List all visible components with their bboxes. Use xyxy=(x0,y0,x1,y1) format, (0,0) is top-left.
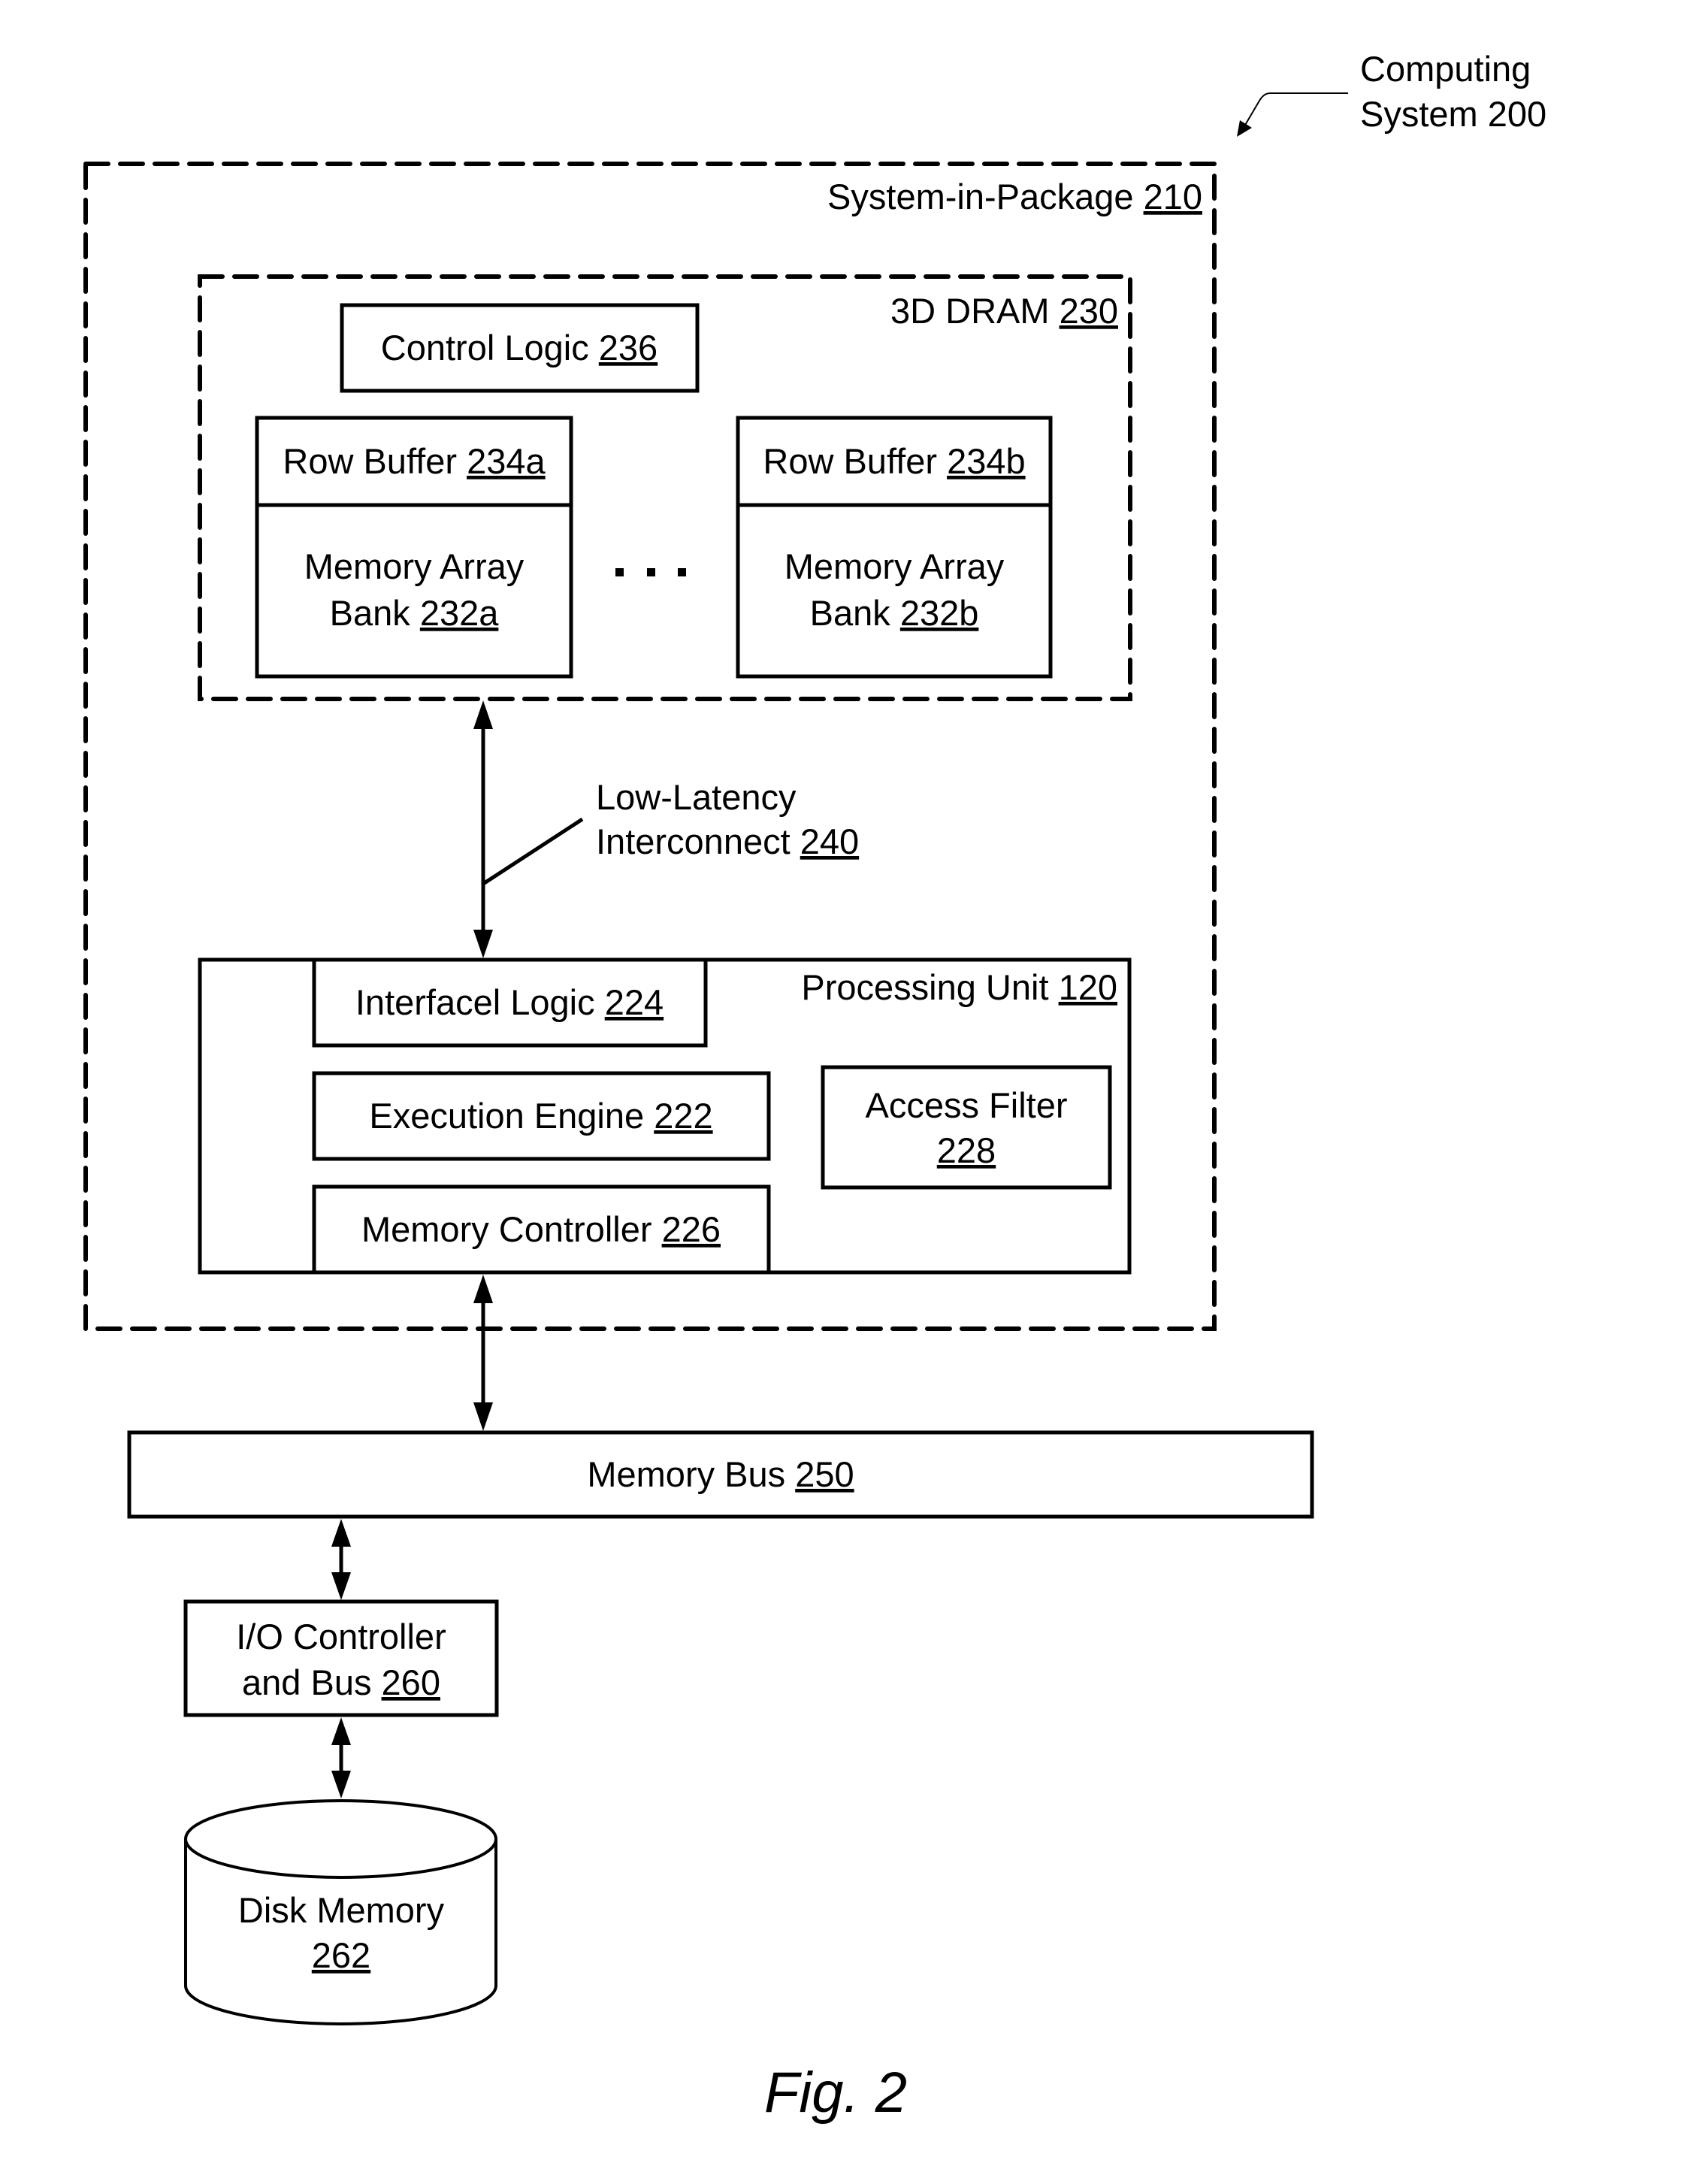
access-filter-ref: 228 xyxy=(937,1130,996,1170)
arrowhead-up-icon xyxy=(331,1717,351,1745)
arrowhead-down-icon xyxy=(473,1402,493,1431)
disk-cylinder-top xyxy=(184,1799,497,1879)
row-buffer-b-label: Row Buffer 234b xyxy=(763,441,1025,481)
memory-controller-label: Memory Controller 226 xyxy=(361,1209,721,1249)
access-filter-block: Access Filter 228 xyxy=(821,1065,1112,1190)
arrowhead-down-icon xyxy=(331,1572,351,1600)
processing-unit: Processing Unit 120 Interfacel Logic 224… xyxy=(198,957,1132,1275)
arrowhead-up-icon xyxy=(473,700,493,729)
ellipsis-dots xyxy=(615,568,686,576)
access-filter-label-line1: Access Filter xyxy=(866,1085,1068,1125)
processing-unit-label: Processing Unit 120 xyxy=(801,967,1117,1007)
memory-controller-block: Memory Controller 226 xyxy=(312,1184,771,1275)
row-buffer-a-label: Row Buffer 234a xyxy=(283,441,546,481)
arrowhead-down-icon xyxy=(473,930,493,958)
io-controller-block: I/O Controller and Bus 260 xyxy=(183,1599,499,1717)
interconnect-leader-line xyxy=(482,817,584,886)
low-latency-interconnect: Low-Latency Interconnect 240 xyxy=(473,700,859,958)
computing-system-callout: Computing System 200 xyxy=(1237,49,1546,137)
dram-label: 3D DRAM 230 xyxy=(890,291,1118,331)
control-logic-block: Control Logic 236 xyxy=(340,303,700,393)
arrowhead-up-icon xyxy=(331,1519,351,1547)
interface-logic-label: Interfacel Logic 224 xyxy=(355,982,664,1022)
pu-bus-connection xyxy=(473,1275,493,1431)
memory-array-a-label-line1: Memory Array xyxy=(304,546,525,586)
control-logic-label: Control Logic 236 xyxy=(381,328,658,368)
io-disk-connection xyxy=(331,1717,351,1798)
memory-array-a-label-line2: Bank 232a xyxy=(330,593,500,633)
interconnect-label-line1: Low-Latency xyxy=(596,777,797,817)
arrowhead-up-icon xyxy=(473,1275,493,1303)
computing-system-diagram: Computing System 200 System-in-Package 2… xyxy=(83,49,1546,2125)
system-in-package-label: System-in-Package 210 xyxy=(827,177,1202,216)
memory-bus-label: Memory Bus 250 xyxy=(587,1454,854,1494)
arrowhead-down-icon xyxy=(331,1771,351,1798)
callout-leader-line xyxy=(1244,92,1348,127)
execution-engine-block: Execution Engine 222 xyxy=(312,1071,771,1161)
memory-array-b-label-line2: Bank 232b xyxy=(810,593,979,633)
memory-array-b-label-line1: Memory Array xyxy=(785,546,1005,586)
memory-bank-a: Row Buffer 234a Memory Array Bank 232a xyxy=(255,416,573,679)
memory-bank-b: Row Buffer 234b Memory Array Bank 232b xyxy=(736,416,1053,679)
computing-system-label-line1: Computing xyxy=(1360,49,1531,89)
io-controller-label-line2: and Bus 260 xyxy=(242,1662,440,1702)
memory-bus: Memory Bus 250 xyxy=(127,1430,1314,1519)
interface-logic-block: Interfacel Logic 224 xyxy=(312,957,708,1048)
callout-arrowhead-icon xyxy=(1237,120,1252,137)
interconnect-label-line2: Interconnect 240 xyxy=(596,821,859,861)
disk-memory-label-line1: Disk Memory xyxy=(238,1890,445,1930)
io-controller-label-line1: I/O Controller xyxy=(236,1617,446,1656)
disk-memory-ref: 262 xyxy=(312,1935,370,1975)
figure-label: Fig. 2 xyxy=(764,2061,907,2125)
disk-memory: Disk Memory 262 xyxy=(184,1799,497,2025)
execution-engine-label: Execution Engine 222 xyxy=(369,1096,712,1136)
bus-io-connection xyxy=(331,1519,351,1600)
computing-system-label-line2: System 200 xyxy=(1360,94,1546,134)
dram-3d: 3D DRAM 230 Control Logic 236 Row Buffer… xyxy=(198,274,1132,701)
